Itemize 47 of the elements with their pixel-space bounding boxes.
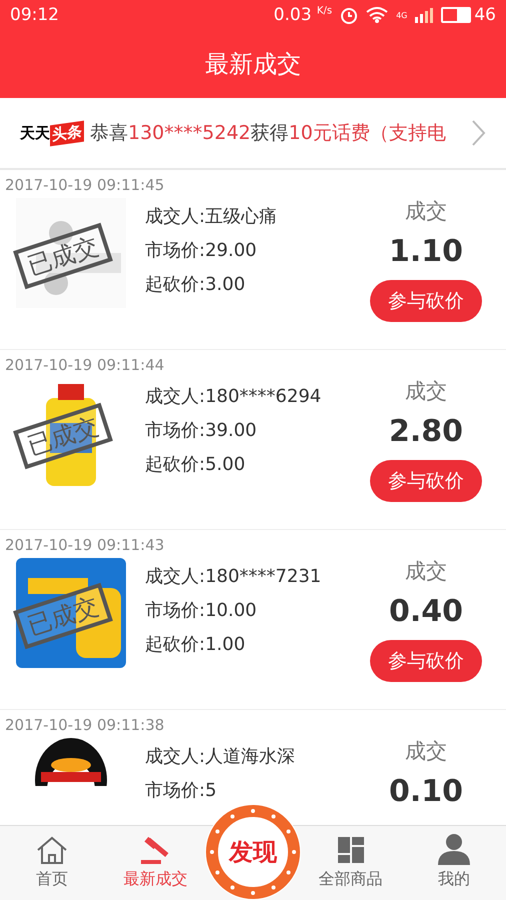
- battery-percent: 46: [474, 5, 496, 25]
- deal-price: 2.80: [388, 416, 464, 448]
- deal-time: 2017-10-19 09:11:44: [5, 356, 164, 374]
- deal-price: 1.10: [388, 236, 464, 268]
- buyer-name: 成交人:180****7231: [145, 566, 322, 588]
- wifi-icon: [366, 7, 388, 23]
- deal-status: 成交: [405, 740, 447, 762]
- join-bargain-button[interactable]: 参与砍价: [370, 640, 482, 682]
- nav-tab[interactable]: 首页: [0, 826, 104, 900]
- join-bargain-button[interactable]: 参与砍价: [370, 460, 482, 502]
- signal-icon: [415, 7, 434, 23]
- starting-price: 起砍价:3.00: [145, 274, 246, 296]
- join-bargain-button[interactable]: 参与砍价: [370, 280, 482, 322]
- grid-icon: [336, 835, 366, 865]
- news-logo: 天天 头条: [20, 122, 84, 144]
- starting-price: 起砍价:5.00: [145, 454, 246, 476]
- chevron-right-icon[interactable]: [470, 119, 486, 147]
- deal-time: 2017-10-19 09:11:45: [5, 176, 164, 194]
- deal-price: 0.40: [388, 596, 464, 628]
- market-price: 市场价:39.00: [145, 420, 258, 442]
- sold-stamp: 已成交: [13, 582, 113, 650]
- nav-tab[interactable]: 我的: [402, 826, 506, 900]
- deal-status: 成交: [405, 200, 447, 222]
- nav-tab[interactable]: 全部商品: [298, 826, 402, 900]
- deal-status: 成交: [405, 380, 447, 402]
- buyer-name: 成交人:人道海水深: [145, 746, 296, 768]
- deal-price: 0.10: [388, 776, 464, 808]
- deal-status: 成交: [405, 560, 447, 582]
- market-price: 市场价:29.00: [145, 240, 258, 262]
- person-icon: [437, 833, 472, 865]
- ticker-message[interactable]: 恭喜130****5242获得10元话费（支持电: [90, 120, 464, 146]
- alarm-icon: [340, 6, 358, 24]
- market-price: 市场价:5: [145, 780, 218, 802]
- buyer-name: 成交人:180****6294: [145, 386, 322, 408]
- battery-icon: [441, 7, 472, 23]
- page-title: 最新成交: [204, 49, 302, 80]
- market-price: 市场价:10.00: [145, 600, 258, 622]
- home-icon: [34, 835, 69, 865]
- status-time: 09:12: [10, 5, 59, 25]
- deal-time: 2017-10-19 09:11:38: [5, 716, 164, 734]
- starting-price: 起砍价:1.00: [145, 634, 246, 656]
- network-speed: 0.03 $^{K/s}$: [274, 5, 332, 25]
- discover-button[interactable]: 发现: [205, 804, 301, 900]
- buyer-name: 成交人:五级心痛: [145, 206, 278, 228]
- network-type: 4G: [396, 10, 408, 20]
- deal-time: 2017-10-19 09:11:43: [5, 536, 164, 554]
- nav-tab[interactable]: 最新成交: [104, 826, 208, 900]
